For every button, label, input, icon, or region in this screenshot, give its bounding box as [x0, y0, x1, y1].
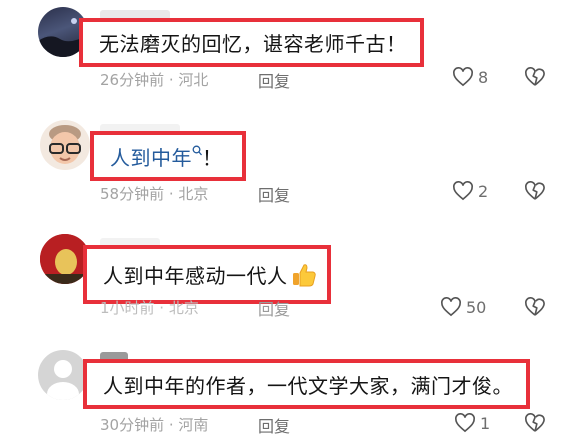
highlighted-comment-box: 人到中年的作者，一代文学大家，满门才俊。: [83, 359, 530, 409]
thumbs-up-icon: [292, 263, 316, 286]
search-icon[interactable]: [192, 145, 202, 157]
reply-button[interactable]: 回复: [258, 68, 290, 92]
dislike-button[interactable]: [524, 181, 546, 201]
reply-button[interactable]: 回复: [258, 296, 290, 320]
like-count: 8: [478, 67, 489, 87]
like-button[interactable]: 1: [454, 413, 490, 433]
comment-text: 无法磨灭的回忆，谌容老师千古！: [99, 32, 407, 56]
broken-heart-icon: [525, 181, 545, 200]
dislike-button[interactable]: [524, 413, 546, 433]
dislike-button[interactable]: [524, 67, 546, 87]
broken-heart-icon: [525, 297, 545, 316]
comment-meta: 58分钟前 · 北京: [100, 185, 209, 203]
comment-meta: 26分钟前 · 河北: [100, 71, 209, 89]
highlighted-comment-box: 无法磨灭的回忆，谌容老师千古！: [79, 18, 424, 67]
comment-link-text[interactable]: 人到中年: [110, 142, 192, 171]
comment-meta: 30分钟前 · 河南: [100, 416, 209, 434]
reply-button[interactable]: 回复: [258, 413, 290, 437]
reply-button[interactable]: 回复: [258, 182, 290, 206]
dislike-button[interactable]: [524, 297, 546, 317]
like-button[interactable]: 50: [440, 297, 486, 317]
avatar[interactable]: [40, 120, 90, 170]
like-button[interactable]: 8: [452, 67, 488, 87]
comment-text: 人到中年感动一代人: [103, 264, 288, 288]
comment-text: 人到中年的作者，一代文学大家，满门才俊。: [103, 373, 513, 398]
highlighted-comment-box: 人到中年感动一代人: [83, 245, 331, 304]
like-count: 50: [466, 297, 487, 317]
avatar-image: [49, 125, 81, 164]
broken-heart-icon: [525, 413, 545, 432]
default-avatar-icon: [47, 360, 79, 400]
like-button[interactable]: 2: [452, 181, 488, 201]
heart-icon: [455, 413, 475, 433]
comment-meta: 1小时前 · 北京: [100, 299, 199, 317]
like-count: 2: [478, 181, 489, 201]
broken-heart-icon: [525, 67, 545, 86]
heart-icon: [453, 67, 473, 87]
heart-icon: [453, 181, 473, 201]
heart-icon: [441, 297, 461, 317]
comment-text: ！: [202, 145, 223, 170]
avatar[interactable]: [38, 350, 88, 400]
highlighted-comment-box: 人到中年 ！: [90, 131, 246, 181]
like-count: 1: [480, 413, 491, 433]
